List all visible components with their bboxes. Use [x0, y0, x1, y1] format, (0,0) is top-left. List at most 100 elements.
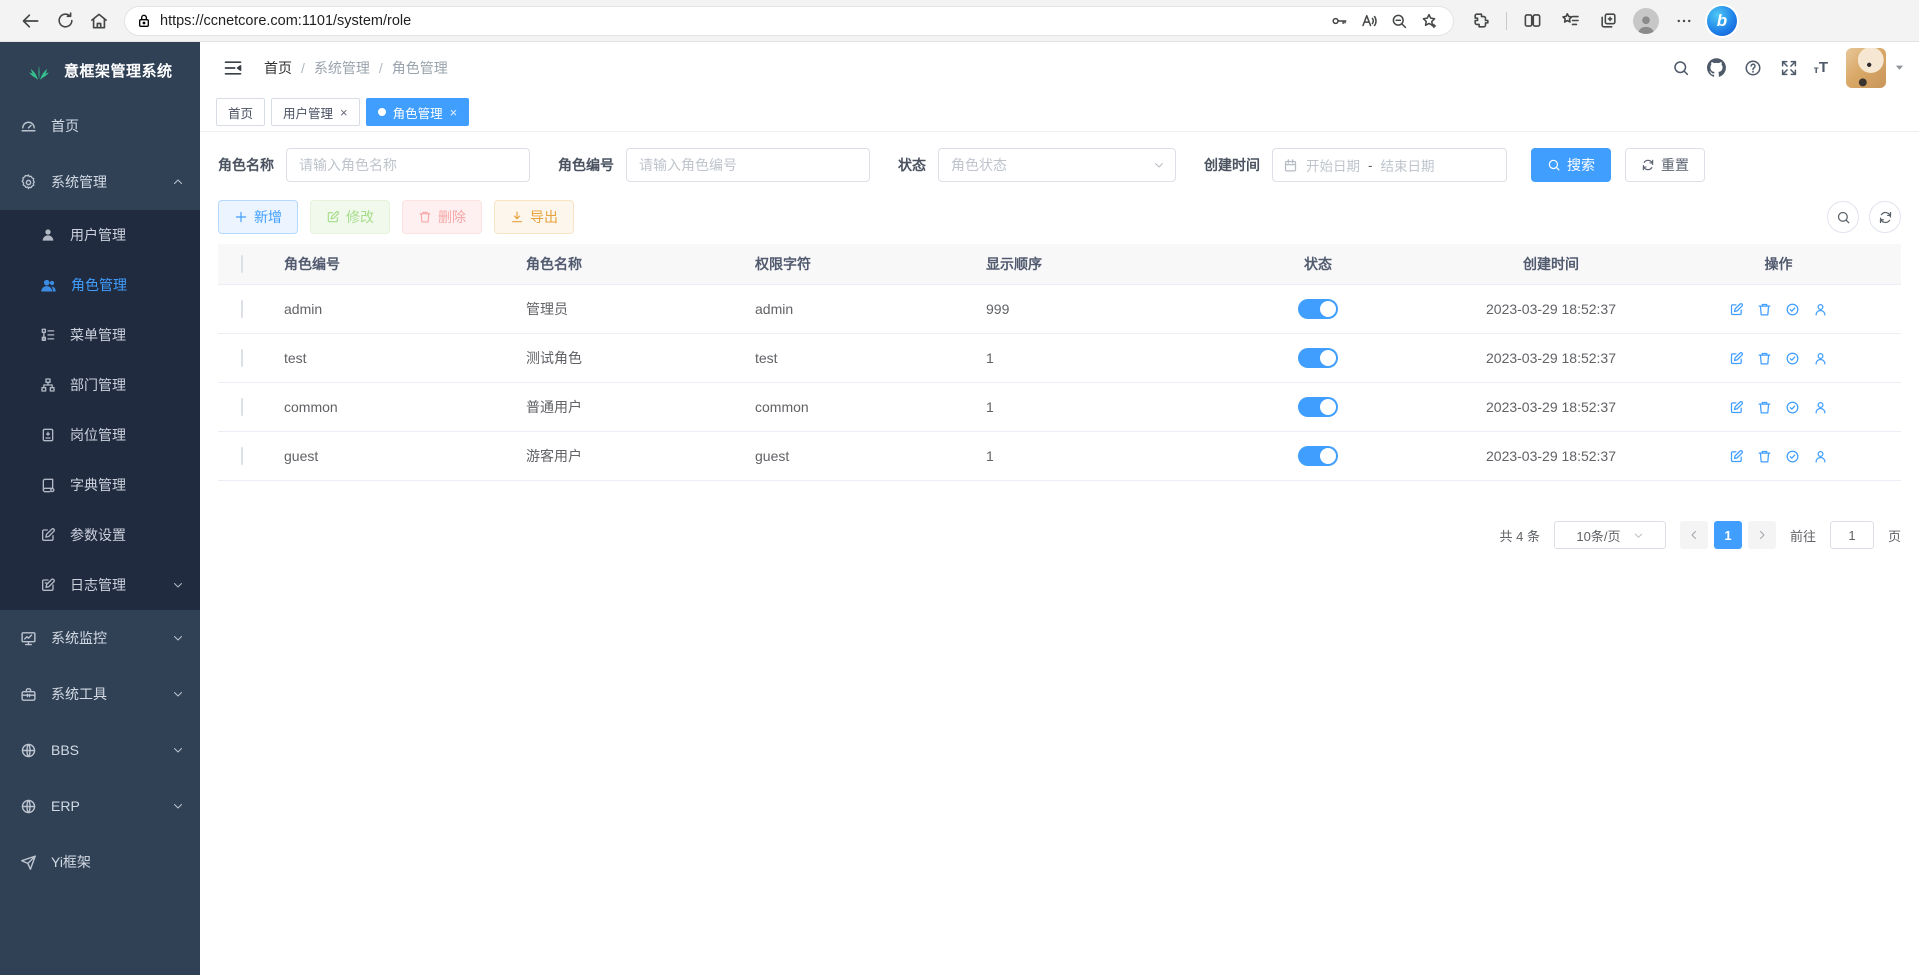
- row-assign-user-icon[interactable]: [1813, 400, 1828, 415]
- close-tab-icon[interactable]: ×: [340, 106, 348, 119]
- edit-button[interactable]: 修改: [310, 200, 390, 234]
- sidebar-item-system-management[interactable]: 系统管理: [0, 154, 200, 210]
- sidebar-item-dictionary-management[interactable]: 字典管理: [0, 460, 200, 510]
- export-button[interactable]: 导出: [494, 200, 574, 234]
- row-data-scope-icon[interactable]: [1785, 302, 1800, 317]
- refresh-table-button[interactable]: [1869, 201, 1901, 233]
- app-logo[interactable]: 意框架管理系统: [0, 42, 200, 98]
- row-checkbox[interactable]: [241, 447, 243, 465]
- font-size-button[interactable]: тT: [1810, 60, 1832, 75]
- sidebar-item-label: 角色管理: [71, 275, 127, 295]
- avatar-menu-caret[interactable]: [1894, 62, 1905, 73]
- page-size-select[interactable]: 10条/页: [1554, 521, 1666, 549]
- breadcrumb-home[interactable]: 首页: [264, 58, 292, 78]
- favorites-star-list-icon: [1561, 11, 1580, 30]
- row-delete-icon[interactable]: [1757, 449, 1772, 464]
- sidebar-item-yi-framework[interactable]: Yi框架: [0, 834, 200, 890]
- fullscreen-button[interactable]: [1774, 53, 1804, 83]
- add-button[interactable]: 新增: [218, 200, 298, 234]
- browser-refresh-button[interactable]: [48, 4, 82, 38]
- sidebar-item-bbs[interactable]: BBS: [0, 722, 200, 778]
- sidebar-item-role-management[interactable]: 角色管理: [0, 260, 200, 310]
- row-checkbox[interactable]: [241, 349, 243, 367]
- github-button[interactable]: [1702, 53, 1732, 83]
- row-edit-icon[interactable]: [1729, 400, 1744, 415]
- refresh-icon: [56, 11, 75, 30]
- row-delete-icon[interactable]: [1757, 351, 1772, 366]
- row-delete-icon[interactable]: [1757, 400, 1772, 415]
- paper-plane-icon: [20, 854, 37, 871]
- breadcrumb: 首页 / 系统管理 / 角色管理: [264, 58, 448, 78]
- tab-home[interactable]: 首页: [216, 98, 265, 126]
- column-header: 创建时间: [1446, 254, 1656, 274]
- row-checkbox[interactable]: [241, 398, 243, 416]
- date-range-picker[interactable]: 开始日期 - 结束日期: [1272, 148, 1507, 182]
- row-edit-icon[interactable]: [1729, 449, 1744, 464]
- row-data-scope-icon[interactable]: [1785, 351, 1800, 366]
- row-edit-icon[interactable]: [1729, 302, 1744, 317]
- tab-user-management[interactable]: 用户管理 ×: [271, 98, 360, 126]
- collections-button[interactable]: [1591, 4, 1625, 38]
- browser-back-button[interactable]: [14, 4, 48, 38]
- user-avatar[interactable]: [1846, 48, 1886, 88]
- browser-profile-button[interactable]: [1629, 4, 1663, 38]
- search-button[interactable]: 搜索: [1531, 148, 1611, 182]
- status-label: 状态: [898, 155, 926, 175]
- add-favorite-button[interactable]: [1414, 7, 1444, 35]
- sidebar-item-label: ERP: [51, 798, 80, 814]
- status-toggle[interactable]: [1298, 446, 1338, 466]
- sidebar-item-system-tools[interactable]: 系统工具: [0, 666, 200, 722]
- copilot-button[interactable]: b: [1705, 4, 1739, 38]
- address-bar[interactable]: https://ccnetcore.com:1101/system/role: [124, 6, 1454, 36]
- role-code-input[interactable]: [626, 148, 870, 182]
- sidebar-item-home[interactable]: 首页: [0, 98, 200, 154]
- password-key-button[interactable]: [1324, 7, 1354, 35]
- row-assign-user-icon[interactable]: [1813, 302, 1828, 317]
- page-number-current[interactable]: 1: [1714, 521, 1742, 549]
- role-name: 测试角色: [508, 348, 737, 368]
- status-toggle[interactable]: [1298, 397, 1338, 417]
- sidebar-item-user-management[interactable]: 用户管理: [0, 210, 200, 260]
- status-select[interactable]: 角色状态: [938, 148, 1176, 182]
- browser-home-button[interactable]: [82, 4, 116, 38]
- status-toggle[interactable]: [1298, 348, 1338, 368]
- sidebar-item-department-management[interactable]: 部门管理: [0, 360, 200, 410]
- zoom-out-button[interactable]: [1384, 7, 1414, 35]
- row-data-scope-icon[interactable]: [1785, 400, 1800, 415]
- read-aloud-button[interactable]: [1354, 7, 1384, 35]
- reset-button[interactable]: 重置: [1625, 148, 1705, 182]
- header-search-button[interactable]: [1666, 53, 1696, 83]
- browser-settings-button[interactable]: [1667, 4, 1701, 38]
- help-button[interactable]: [1738, 53, 1768, 83]
- role-name-input[interactable]: [286, 148, 530, 182]
- sidebar-item-log-management[interactable]: 日志管理: [0, 560, 200, 610]
- status-toggle[interactable]: [1298, 299, 1338, 319]
- row-checkbox[interactable]: [241, 300, 243, 318]
- close-tab-icon[interactable]: ×: [450, 106, 458, 119]
- sidebar-item-erp[interactable]: ERP: [0, 778, 200, 834]
- row-data-scope-icon[interactable]: [1785, 449, 1800, 464]
- sidebar-item-post-management[interactable]: 岗位管理: [0, 410, 200, 460]
- role-order: 1: [968, 350, 1190, 366]
- prev-page-button[interactable]: [1680, 521, 1708, 549]
- chevron-down-icon: [172, 800, 184, 812]
- row-assign-user-icon[interactable]: [1813, 449, 1828, 464]
- sidebar-item-system-monitor[interactable]: 系统监控: [0, 610, 200, 666]
- sidebar-item-menu-management[interactable]: 菜单管理: [0, 310, 200, 360]
- show-search-toggle-button[interactable]: [1827, 201, 1859, 233]
- chevron-down-icon: [172, 744, 184, 756]
- row-delete-icon[interactable]: [1757, 302, 1772, 317]
- row-edit-icon[interactable]: [1729, 351, 1744, 366]
- delete-button[interactable]: 删除: [402, 200, 482, 234]
- row-assign-user-icon[interactable]: [1813, 351, 1828, 366]
- select-all-checkbox[interactable]: [241, 255, 243, 273]
- collapse-sidebar-button[interactable]: [216, 51, 250, 85]
- tab-role-management[interactable]: 角色管理 ×: [366, 98, 470, 126]
- split-screen-button[interactable]: [1515, 4, 1549, 38]
- goto-page-input[interactable]: [1830, 521, 1874, 549]
- sidebar-item-parameter-settings[interactable]: 参数设置: [0, 510, 200, 560]
- favorites-button[interactable]: [1553, 4, 1587, 38]
- extensions-button[interactable]: [1464, 4, 1498, 38]
- created-time: 2023-03-29 18:52:37: [1446, 301, 1656, 317]
- next-page-button[interactable]: [1748, 521, 1776, 549]
